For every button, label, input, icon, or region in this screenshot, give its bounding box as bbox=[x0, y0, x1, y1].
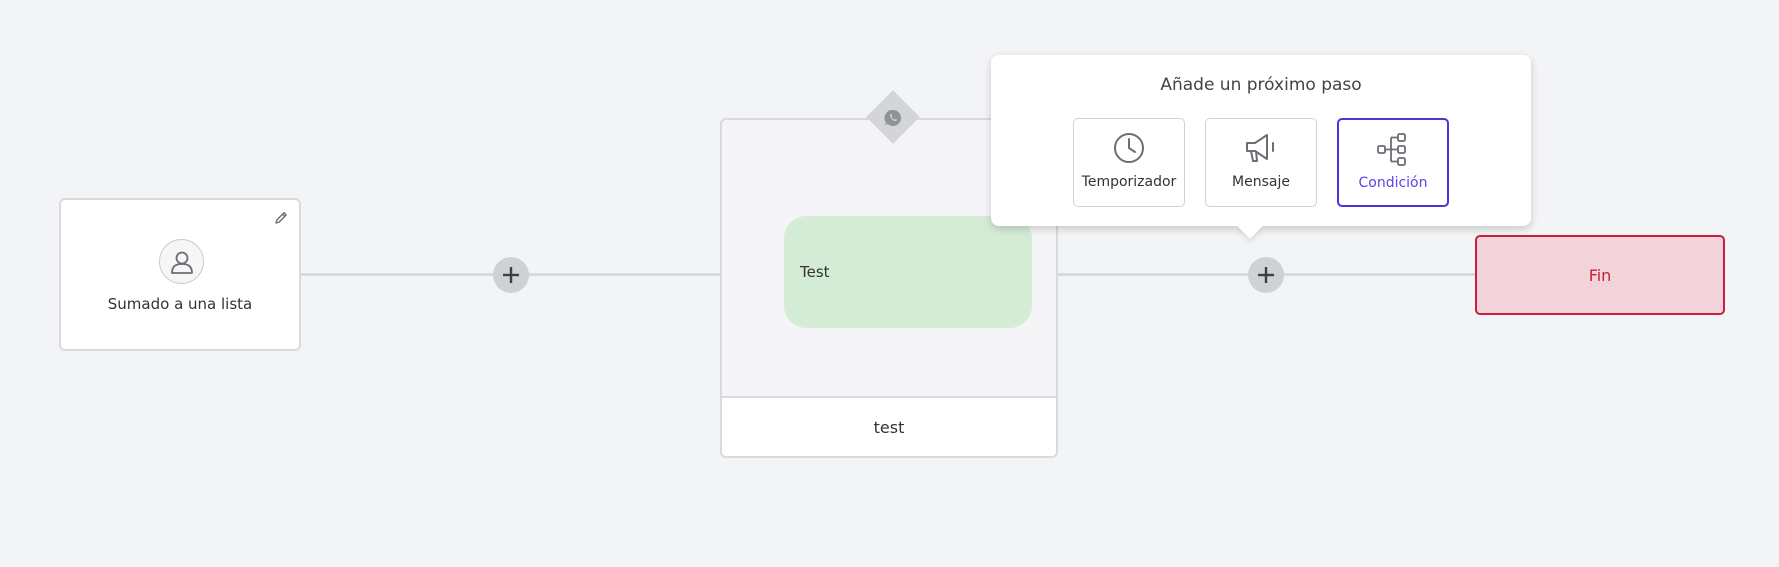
option-condition[interactable]: Condición bbox=[1337, 118, 1449, 207]
option-label: Mensaje bbox=[1232, 174, 1290, 190]
option-message[interactable]: Mensaje bbox=[1205, 118, 1317, 207]
user-icon bbox=[159, 239, 204, 284]
option-label: Condición bbox=[1358, 175, 1428, 191]
popover-arrow bbox=[1237, 213, 1263, 239]
trigger-node[interactable]: Sumado a una lista bbox=[59, 198, 301, 351]
add-step-button[interactable] bbox=[493, 257, 529, 293]
end-node[interactable]: Fin bbox=[1475, 235, 1725, 315]
plus-icon bbox=[1258, 267, 1274, 283]
option-timer[interactable]: Temporizador bbox=[1073, 118, 1185, 207]
trigger-label: Sumado a una lista bbox=[107, 295, 253, 313]
clock-icon bbox=[1074, 131, 1184, 165]
pencil-icon[interactable] bbox=[273, 210, 289, 226]
option-label: Temporizador bbox=[1081, 174, 1177, 190]
megaphone-icon bbox=[1206, 131, 1316, 165]
whatsapp-icon bbox=[880, 105, 906, 131]
next-step-popover: Añade un próximo paso Temporizador Mensa… bbox=[991, 55, 1531, 239]
flow-canvas: Sumado a una lista Test test Fin Añade u… bbox=[0, 0, 1779, 567]
plus-icon bbox=[503, 267, 519, 283]
message-bubble: Test bbox=[784, 216, 1032, 328]
add-step-button[interactable] bbox=[1248, 257, 1284, 293]
popover-title: Añade un próximo paso bbox=[1160, 75, 1362, 95]
message-node-footer: test bbox=[722, 396, 1056, 456]
branch-icon bbox=[1339, 132, 1447, 166]
